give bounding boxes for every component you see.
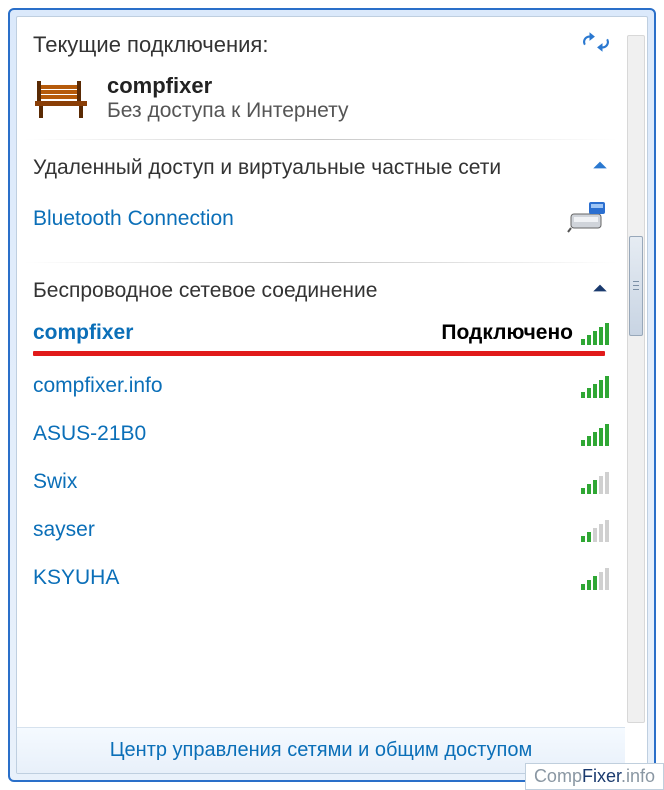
chevron-up-icon bbox=[591, 156, 609, 180]
network-status: Подключено bbox=[441, 321, 573, 345]
dialup-item[interactable]: Bluetooth Connection bbox=[33, 186, 609, 252]
signal-icon bbox=[581, 321, 609, 345]
wireless-section-header[interactable]: Беспроводное сетевое соединение bbox=[33, 273, 609, 309]
wifi-item[interactable]: ASUS-21B0 bbox=[33, 410, 609, 458]
scrollbar-thumb[interactable] bbox=[629, 236, 643, 336]
refresh-icon[interactable] bbox=[583, 29, 609, 61]
network-name: compfixer bbox=[33, 321, 133, 345]
modem-icon bbox=[567, 198, 609, 240]
network-name: Swix bbox=[33, 470, 77, 494]
current-connections-header: Текущие подключения: bbox=[33, 29, 609, 61]
network-name: KSYUHA bbox=[33, 566, 119, 590]
network-name: compfixer.info bbox=[33, 374, 163, 398]
dialup-section-header[interactable]: Удаленный доступ и виртуальные частные с… bbox=[33, 150, 609, 186]
connection-name: compfixer bbox=[107, 73, 349, 99]
bench-icon bbox=[33, 75, 97, 121]
header-title: Текущие подключения: bbox=[33, 32, 268, 58]
signal-icon bbox=[581, 470, 609, 494]
signal-icon bbox=[581, 422, 609, 446]
signal-icon bbox=[581, 518, 609, 542]
scrollbar[interactable] bbox=[627, 35, 645, 723]
wifi-item[interactable]: compfixer.info bbox=[33, 362, 609, 410]
section-title: Удаленный доступ и виртуальные частные с… bbox=[33, 156, 501, 180]
network-name: Bluetooth Connection bbox=[33, 207, 234, 231]
wifi-item[interactable]: Swix bbox=[33, 458, 609, 506]
wifi-item-connected[interactable]: compfixer Подключено bbox=[33, 309, 609, 357]
network-name: sayser bbox=[33, 518, 95, 542]
divider bbox=[25, 262, 617, 263]
wifi-item[interactable]: KSYUHA bbox=[33, 554, 609, 602]
current-connection-item[interactable]: compfixer Без доступа к Интернету bbox=[33, 67, 609, 129]
wifi-item[interactable]: sayser bbox=[33, 506, 609, 554]
section-title: Беспроводное сетевое соединение bbox=[33, 279, 377, 303]
highlight-underline bbox=[33, 351, 605, 356]
network-name: ASUS-21B0 bbox=[33, 422, 146, 446]
footer-link-text[interactable]: Центр управления сетями и общим доступом bbox=[110, 739, 533, 762]
chevron-up-icon bbox=[591, 279, 609, 303]
signal-icon bbox=[581, 566, 609, 590]
signal-icon bbox=[581, 374, 609, 398]
divider bbox=[25, 139, 617, 140]
watermark: CompFixer.info bbox=[525, 763, 664, 790]
connection-status: Без доступа к Интернету bbox=[107, 99, 349, 123]
